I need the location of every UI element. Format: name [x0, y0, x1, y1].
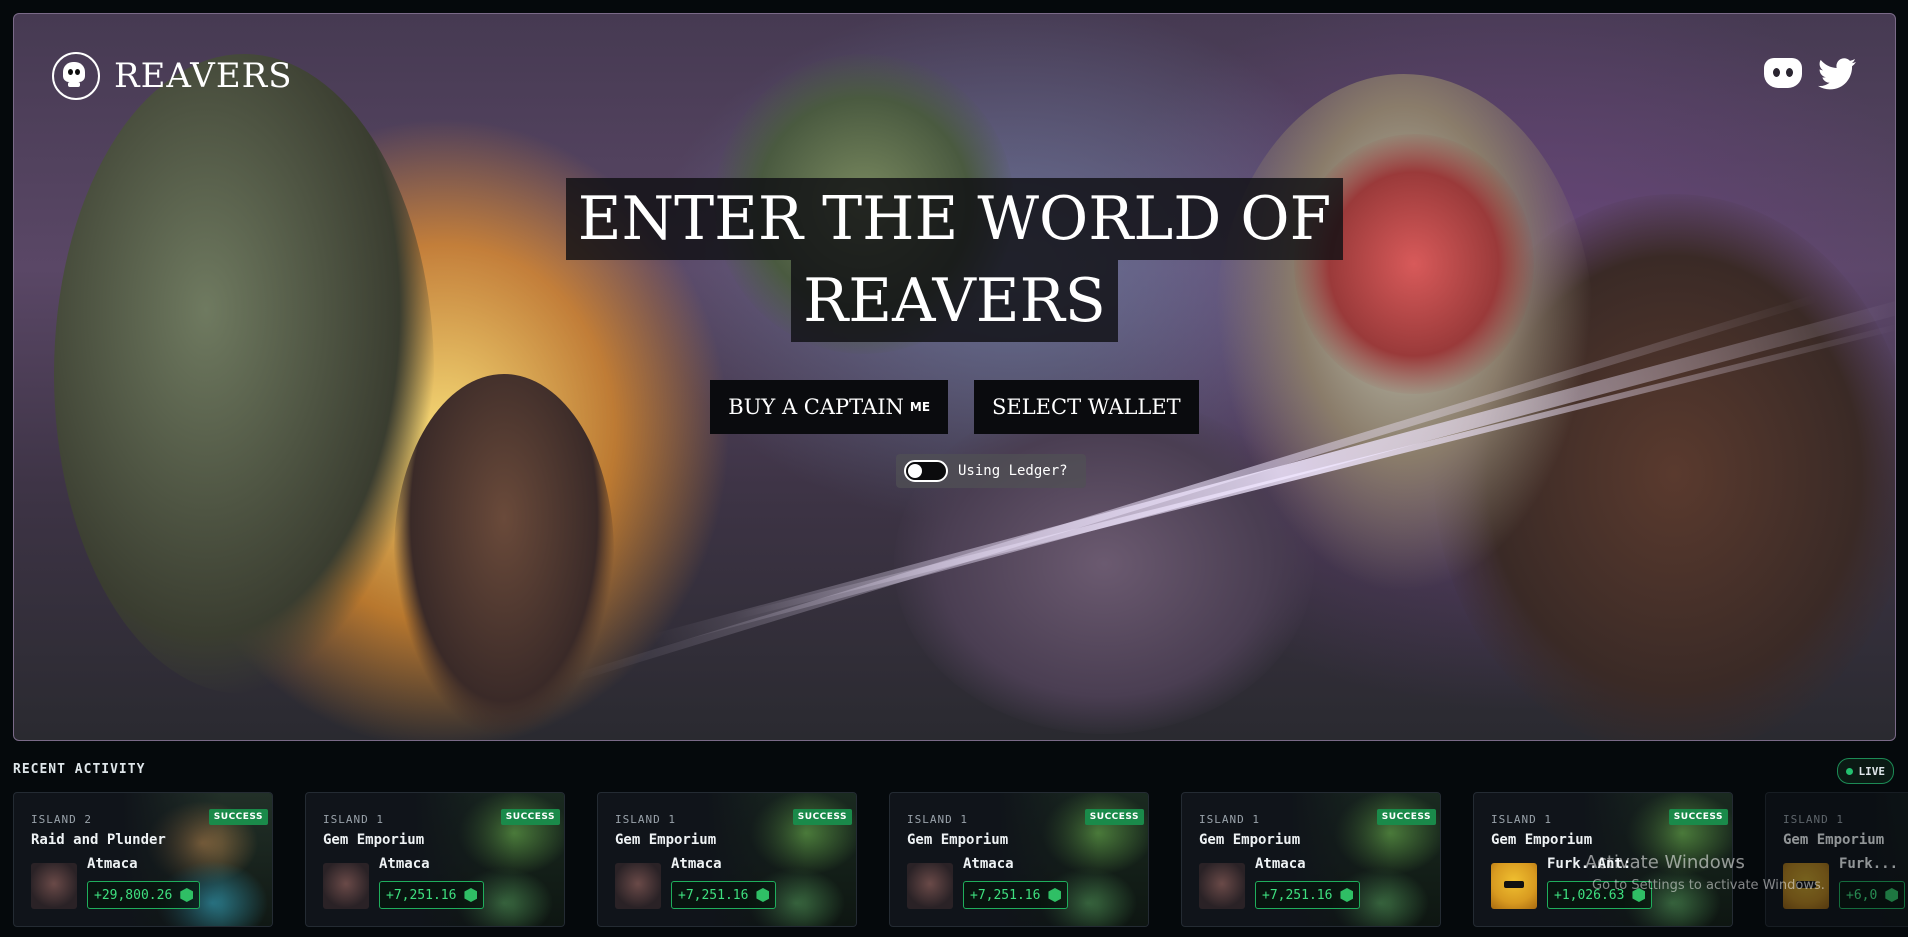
gem-icon — [1340, 888, 1354, 902]
island-label: ISLAND 1 — [323, 813, 384, 826]
action-name: Gem Emporium — [907, 832, 1009, 848]
windows-activation-hint: Go to Settings to activate Windows. — [1592, 878, 1825, 893]
gem-icon — [180, 888, 194, 902]
ledger-toggle[interactable] — [904, 460, 948, 482]
island-label: ISLAND 1 — [907, 813, 968, 826]
gem-icon — [464, 888, 478, 902]
amount-pill: +29,800.26 — [87, 881, 201, 909]
buy-captain-button[interactable]: BUY A CAPTAIN ME — [710, 380, 949, 434]
gem-icon — [1048, 888, 1062, 902]
skull-logo-icon — [52, 52, 100, 100]
windows-activation-watermark: Activate Windows — [1585, 852, 1745, 873]
island-label: ISLAND 1 — [615, 813, 676, 826]
island-label: ISLAND 1 — [1199, 813, 1260, 826]
amount-value: +7,251.16 — [1262, 887, 1333, 903]
hero-banner: REAVERS ENTER THE WORLD OF REAVERS BUY A… — [13, 13, 1896, 741]
action-name: Gem Emporium — [615, 832, 717, 848]
ledger-toggle-label: Using Ledger? — [958, 463, 1068, 479]
gem-icon — [1885, 888, 1899, 902]
activity-card[interactable]: ISLAND 1 Gem Emporium Furk... +6,0 — [1765, 792, 1908, 927]
amount-pill: +7,251.16 — [379, 881, 485, 909]
action-name: Gem Emporium — [1199, 832, 1301, 848]
social-links — [1764, 58, 1856, 90]
amount-pill: +7,251.16 — [963, 881, 1069, 909]
action-name: Gem Emporium — [323, 832, 425, 848]
buy-captain-label: BUY A CAPTAIN — [728, 395, 904, 419]
gem-icon — [756, 888, 770, 902]
avatar — [615, 863, 661, 909]
avatar — [323, 863, 369, 909]
magic-eden-icon: ME — [909, 400, 931, 414]
island-label: ISLAND 1 — [1783, 813, 1844, 826]
amount-pill: +7,251.16 — [671, 881, 777, 909]
status-badge: SUCCESS — [208, 809, 268, 825]
owner-name: Atmaca — [671, 856, 722, 872]
select-wallet-button[interactable]: SELECT WALLET — [974, 380, 1199, 434]
avatar — [1491, 863, 1537, 909]
owner-name: Atmaca — [1255, 856, 1306, 872]
amount-value: +7,251.16 — [970, 887, 1041, 903]
amount-pill: +6,0 — [1839, 881, 1906, 909]
amount-value: +7,251.16 — [678, 887, 749, 903]
live-dot-icon — [1845, 767, 1853, 775]
avatar — [31, 863, 77, 909]
recent-activity-title: RECENT ACTIVITY — [13, 762, 146, 777]
twitter-icon[interactable] — [1818, 58, 1856, 90]
ledger-toggle-row: Using Ledger? — [896, 454, 1086, 488]
amount-value: +7,251.16 — [386, 887, 457, 903]
amount-value: +29,800.26 — [94, 887, 173, 903]
amount-pill: +7,251.16 — [1255, 881, 1361, 909]
action-name: Gem Emporium — [1491, 832, 1593, 848]
owner-name: Atmaca — [87, 856, 138, 872]
owner-name: Atmaca — [379, 856, 430, 872]
avatar — [907, 863, 953, 909]
brand-name: REAVERS — [114, 56, 293, 96]
status-badge: SUCCESS — [500, 809, 560, 825]
hero-headline: ENTER THE WORLD OF REAVERS — [14, 178, 1895, 342]
amount-value: +6,0 — [1846, 887, 1878, 903]
status-badge: SUCCESS — [1084, 809, 1144, 825]
live-label: LIVE — [1858, 764, 1886, 778]
owner-name: Atmaca — [963, 856, 1014, 872]
status-badge: SUCCESS — [792, 809, 852, 825]
discord-icon[interactable] — [1764, 58, 1802, 88]
activity-card[interactable]: SUCCESS ISLAND 1 Gem Emporium Atmaca +7,… — [305, 792, 565, 927]
activity-card[interactable]: SUCCESS ISLAND 1 Gem Emporium Atmaca +7,… — [1181, 792, 1441, 927]
status-badge: SUCCESS — [1668, 809, 1728, 825]
island-label: ISLAND 2 — [31, 813, 92, 826]
activity-card[interactable]: SUCCESS ISLAND 1 Gem Emporium Atmaca +7,… — [597, 792, 857, 927]
hero-art-zombie — [54, 54, 434, 694]
activity-card[interactable]: SUCCESS ISLAND 2 Raid and Plunder Atmaca… — [13, 792, 273, 927]
headline-line-1: ENTER THE WORLD OF — [565, 178, 1344, 260]
status-badge: SUCCESS — [1376, 809, 1436, 825]
headline-line-2: REAVERS — [791, 260, 1118, 342]
activity-card[interactable]: SUCCESS ISLAND 1 Gem Emporium Atmaca +7,… — [889, 792, 1149, 927]
brand[interactable]: REAVERS — [52, 52, 293, 100]
action-name: Gem Emporium — [1783, 832, 1885, 848]
action-name: Raid and Plunder — [31, 832, 166, 848]
owner-name: Furk... — [1839, 856, 1899, 872]
avatar — [1199, 863, 1245, 909]
cta-group: BUY A CAPTAIN ME SELECT WALLET — [14, 380, 1895, 434]
live-indicator: LIVE — [1836, 758, 1894, 784]
island-label: ISLAND 1 — [1491, 813, 1552, 826]
